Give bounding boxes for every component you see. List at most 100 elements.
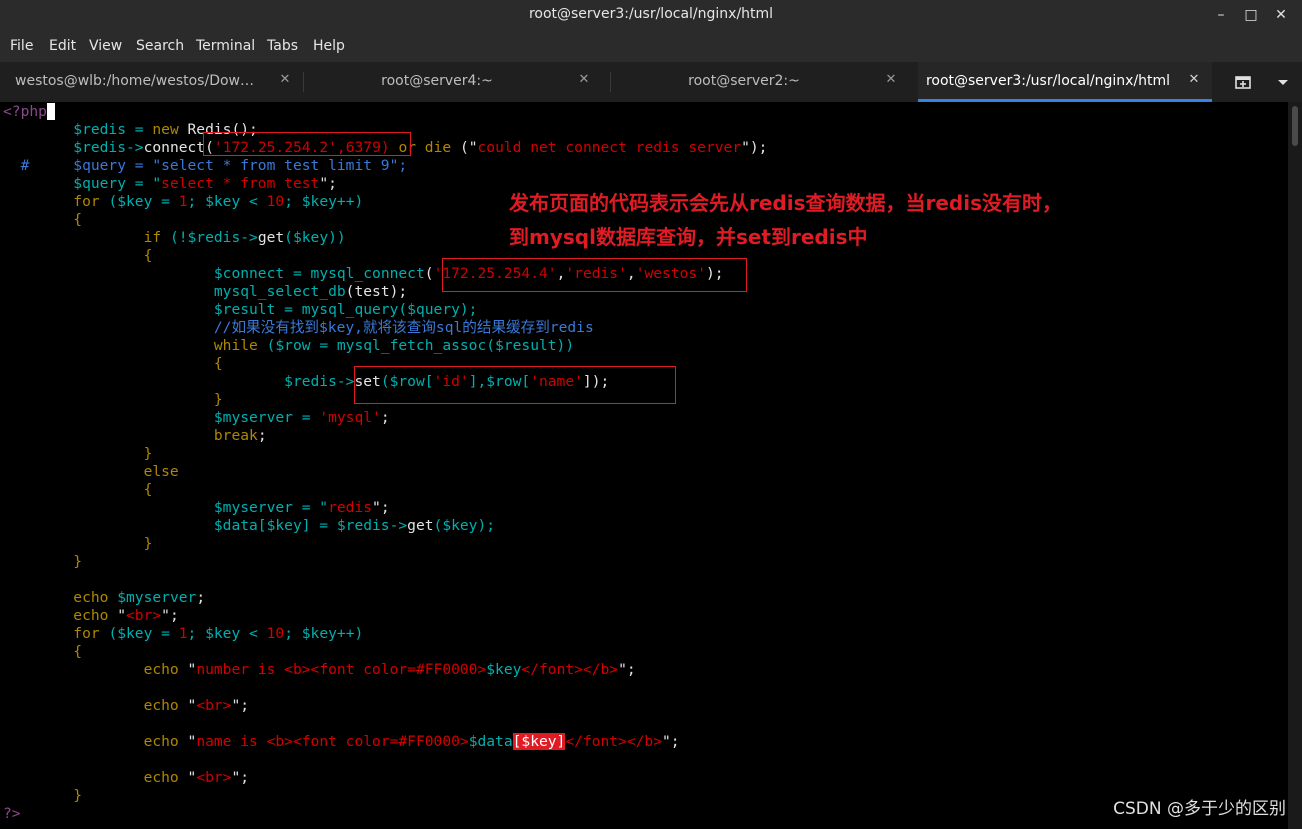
code-token: 10 bbox=[266, 625, 285, 642]
code-line: for ($key = 1; $key < 10; $key++) bbox=[3, 193, 363, 211]
tab-server2[interactable]: root@server2:~ ✕ bbox=[611, 62, 917, 102]
maximize-icon[interactable]: □ bbox=[1238, 3, 1264, 27]
code-token: echo bbox=[3, 661, 179, 678]
code-token: ; $key < bbox=[187, 193, 267, 210]
menu-search[interactable]: Search bbox=[136, 38, 184, 54]
code-token: <br> bbox=[126, 607, 162, 624]
code-line: } bbox=[3, 535, 153, 552]
code-line: $data[$key] = $redis->get($key); bbox=[3, 517, 495, 535]
code-token: " bbox=[178, 769, 197, 786]
menu-view[interactable]: View bbox=[89, 38, 122, 54]
code-token: ( bbox=[424, 265, 434, 282]
code-token: 1 bbox=[178, 193, 188, 210]
menu-terminal[interactable]: Terminal bbox=[196, 38, 255, 54]
code-token: "; bbox=[319, 175, 337, 192]
code-line: { bbox=[3, 211, 83, 228]
code-token: $data[$key] = $redis-> bbox=[3, 517, 408, 534]
annotation-box-mysql-connect bbox=[442, 258, 747, 292]
minimize-icon[interactable]: – bbox=[1208, 3, 1234, 27]
code-token: " bbox=[178, 661, 197, 678]
code-token: $data bbox=[468, 733, 513, 750]
php-close-tag: ?> bbox=[3, 805, 21, 822]
code-token: ; $key < bbox=[187, 625, 267, 642]
code-line: <?php bbox=[3, 103, 55, 121]
code-token: $myserver = " bbox=[3, 499, 329, 516]
code-token: echo bbox=[3, 697, 179, 714]
menu-edit[interactable]: Edit bbox=[49, 38, 76, 54]
code-line: } bbox=[3, 787, 83, 804]
code-token: get bbox=[257, 229, 285, 246]
tab-close-icon[interactable]: ✕ bbox=[277, 72, 293, 90]
annotation-text-line1: 发布页面的代码表示会先从redis查询数据，当redis没有时， bbox=[509, 191, 1063, 215]
code-token: $redis-> bbox=[3, 373, 355, 390]
annotation-box-redis-connect bbox=[203, 132, 411, 156]
code-token: echo bbox=[3, 589, 109, 606]
code-line: mysql_select_db(test); bbox=[3, 283, 407, 301]
tab-menu-chevron-down-icon[interactable] bbox=[1270, 70, 1296, 94]
code-token: for bbox=[3, 193, 100, 210]
terminal-window: root@server3:/usr/local/nginx/html – □ ✕… bbox=[0, 0, 1302, 829]
tab-westos-wlb[interactable]: westos@wlb:/home/westos/Dow… ✕ bbox=[0, 62, 303, 102]
tab-server4[interactable]: root@server4:~ ✕ bbox=[304, 62, 610, 102]
code-line: $myserver = 'mysql'; bbox=[3, 409, 390, 427]
tab-label: root@server2:~ bbox=[688, 73, 800, 89]
menu-help[interactable]: Help bbox=[313, 38, 345, 54]
highlighted-token: [$key] bbox=[512, 733, 566, 750]
code-line: { bbox=[3, 643, 83, 660]
tab-close-icon[interactable]: ✕ bbox=[883, 72, 899, 90]
annotation-box-redis-set bbox=[354, 366, 676, 404]
code-token: $myserver = bbox=[3, 409, 320, 426]
code-line: # $query = "select * from test limit 9"; bbox=[3, 157, 408, 174]
menu-bar: File Edit View Search Terminal Tabs Help bbox=[0, 30, 1302, 62]
code-line: } bbox=[3, 391, 223, 408]
code-token: name is <b><font color=#FF0000> bbox=[196, 733, 469, 750]
code-token: mysql_query bbox=[301, 301, 399, 318]
close-window-icon[interactable]: ✕ bbox=[1268, 3, 1294, 27]
code-line: echo "<br>"; bbox=[3, 607, 178, 625]
code-token: 1 bbox=[178, 625, 188, 642]
code-token: get bbox=[407, 517, 434, 534]
code-line: break; bbox=[3, 427, 267, 445]
code-token: " bbox=[178, 733, 197, 750]
new-tab-icon[interactable] bbox=[1230, 70, 1256, 94]
code-line: } bbox=[3, 445, 153, 462]
tab-label: root@server3:/usr/local/nginx/html bbox=[925, 73, 1171, 89]
tab-bar: westos@wlb:/home/westos/Dow… ✕ root@serv… bbox=[0, 62, 1302, 103]
terminal-output[interactable]: <?php $redis = new Redis(); $redis->conn… bbox=[0, 102, 1288, 829]
code-token: 10 bbox=[266, 193, 285, 210]
code-line: { bbox=[3, 355, 223, 372]
text-cursor bbox=[46, 103, 55, 120]
scrollbar-thumb[interactable] bbox=[1292, 106, 1298, 146]
code-token: ; $key++) bbox=[284, 625, 364, 642]
code-line: echo "<br>"; bbox=[3, 697, 249, 715]
code-token: (" bbox=[451, 139, 478, 156]
code-token: ; bbox=[380, 409, 390, 426]
code-token: could net connect redis server bbox=[477, 139, 742, 156]
code-token: test bbox=[354, 283, 390, 300]
code-token: ($row = bbox=[257, 337, 337, 354]
tab-label: westos@wlb:/home/westos/Dow… bbox=[15, 73, 254, 89]
menu-file[interactable]: File bbox=[10, 38, 33, 54]
code-token: ($key = bbox=[99, 193, 179, 210]
code-line: else bbox=[3, 463, 179, 480]
code-line: echo "number is <b><font color=#FF0000>$… bbox=[3, 661, 636, 679]
code-token: "; bbox=[618, 661, 636, 678]
code-token: connect bbox=[143, 139, 206, 156]
code-token: select * from test bbox=[161, 175, 320, 192]
code-line: echo "name is <b><font color=#FF0000>$da… bbox=[3, 733, 680, 751]
code-token: echo bbox=[3, 733, 179, 750]
menu-tabs[interactable]: Tabs bbox=[267, 38, 298, 54]
code-token: <br> bbox=[196, 769, 232, 786]
code-token: "; bbox=[662, 733, 680, 750]
code-token: </font></b> bbox=[521, 661, 619, 678]
code-token: new bbox=[152, 121, 179, 138]
tab-server3[interactable]: root@server3:/usr/local/nginx/html ✕ bbox=[918, 62, 1212, 102]
watermark: CSDN @多于少的区别 bbox=[1113, 799, 1286, 819]
tab-close-icon[interactable]: ✕ bbox=[1186, 72, 1202, 90]
code-token: "; bbox=[231, 769, 250, 786]
terminal-scrollbar[interactable] bbox=[1288, 102, 1302, 829]
code-line: $query = "select * from test"; bbox=[3, 175, 337, 193]
tab-close-icon[interactable]: ✕ bbox=[576, 72, 592, 90]
code-line: { bbox=[3, 481, 153, 498]
title-bar[interactable]: root@server3:/usr/local/nginx/html – □ ✕ bbox=[0, 0, 1302, 30]
